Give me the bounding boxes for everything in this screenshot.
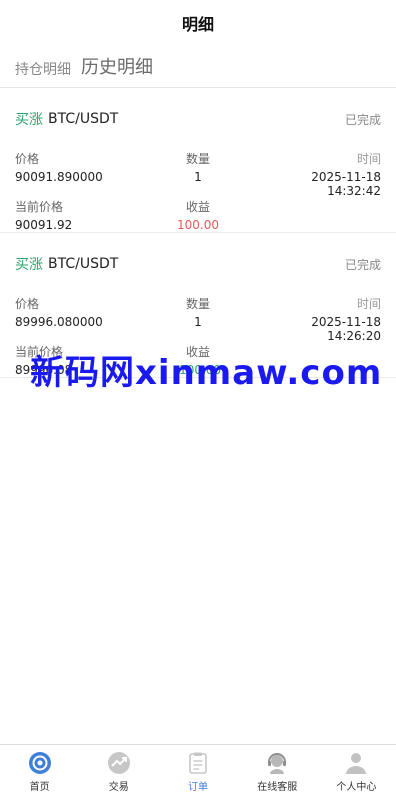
qty-label: 数量 bbox=[185, 152, 210, 166]
tab-bar-top: 持仓明细 历史明细 bbox=[0, 46, 396, 88]
home-icon bbox=[28, 752, 51, 774]
tab-history[interactable]: 历史明细 bbox=[81, 53, 153, 79]
order-side: 买涨 bbox=[15, 257, 43, 273]
price-label: 价格 bbox=[15, 297, 40, 311]
tabbar-label: 在线客服 bbox=[257, 782, 298, 793]
time-value: 2025-11-18 14:32:42 bbox=[311, 170, 381, 198]
user-icon bbox=[346, 753, 367, 774]
price-label: 价格 bbox=[15, 152, 40, 166]
tabbar-home[interactable]: 首页 bbox=[0, 745, 79, 794]
qty-value: 1 bbox=[194, 170, 202, 184]
tabbar-trade[interactable]: 交易 bbox=[79, 745, 158, 794]
order-side: 买涨 bbox=[15, 112, 43, 128]
time-value: 2025-11-18 14:26:20 bbox=[311, 315, 381, 343]
watermark: 新码网xinmaw.com bbox=[30, 353, 383, 393]
bottom-tab-bar: 首页 交易 订单 在线客服 个人中心 bbox=[0, 744, 396, 794]
tab-positions[interactable]: 持仓明细 bbox=[15, 59, 71, 79]
current-price-label: 当前价格 bbox=[15, 200, 64, 214]
time-label: 时间 bbox=[356, 297, 381, 311]
tabbar-orders[interactable]: 订单 bbox=[158, 745, 237, 794]
tabbar-label: 订单 bbox=[188, 782, 208, 793]
time-label: 时间 bbox=[356, 152, 381, 166]
page-title: 明细 bbox=[181, 15, 214, 34]
tabbar-profile[interactable]: 个人中心 bbox=[317, 745, 396, 794]
order-card: 买涨 BTC/USDT 已完成 价格 数量 时间 90091.890000 1 … bbox=[0, 88, 396, 233]
price-value: 90091.890000 bbox=[15, 170, 103, 184]
order-status: 已完成 bbox=[344, 257, 381, 272]
tabbar-label: 交易 bbox=[108, 782, 129, 793]
order-pair: BTC/USDT bbox=[48, 256, 119, 272]
header: 明细 bbox=[0, 0, 396, 46]
support-icon bbox=[268, 753, 287, 774]
trade-icon bbox=[107, 752, 130, 774]
qty-label: 数量 bbox=[185, 297, 210, 311]
tabbar-label: 个人中心 bbox=[336, 782, 377, 793]
profit-label: 收益 bbox=[185, 200, 210, 214]
tabbar-support[interactable]: 在线客服 bbox=[238, 745, 317, 794]
tabbar-label: 首页 bbox=[29, 782, 50, 793]
order-pair: BTC/USDT bbox=[48, 111, 119, 127]
order-status: 已完成 bbox=[344, 112, 381, 127]
order-icon bbox=[189, 752, 207, 774]
qty-value: 1 bbox=[194, 315, 202, 329]
price-value: 89996.080000 bbox=[15, 315, 103, 329]
